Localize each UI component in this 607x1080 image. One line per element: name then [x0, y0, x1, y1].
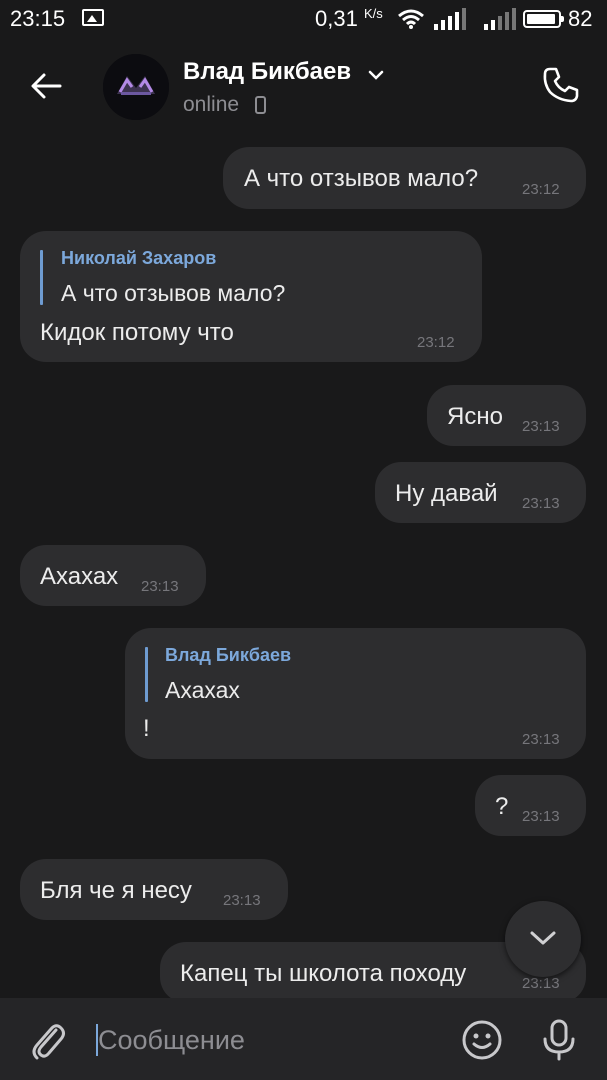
message-incoming[interactable]: Бля че я несу 23:13 [20, 859, 288, 920]
message-text: ? [495, 793, 509, 820]
message-outgoing[interactable]: А что отзывов мало? 23:12 [223, 147, 586, 209]
reply-author: Влад Бикбаев [165, 645, 292, 665]
network-speed-value: 0,31 [315, 6, 358, 31]
message-text: Ясно [447, 403, 503, 430]
message-text: Капец ты школота походу [180, 960, 467, 987]
contact-name[interactable]: Влад Бикбаев [183, 58, 351, 86]
message-text: А что отзывов мало? [244, 165, 479, 192]
message-time: 23:13 [141, 578, 179, 595]
contact-status: online [183, 93, 240, 116]
attach-icon[interactable] [28, 1018, 68, 1062]
message-time: 23:13 [522, 731, 560, 748]
reply-author: Николай Захаров [61, 248, 217, 268]
reply-text: Ахахах [165, 677, 240, 703]
scroll-down-button[interactable] [505, 901, 581, 977]
avatar[interactable] [103, 54, 169, 120]
message-outgoing[interactable]: ? 23:13 [475, 775, 586, 836]
battery-icon [523, 10, 564, 28]
message-time: 23:13 [223, 892, 261, 909]
reply-text: А что отзывов мало? [61, 280, 286, 306]
chevron-down-icon[interactable] [368, 70, 384, 80]
message-incoming[interactable]: Ахахах 23:13 [20, 545, 206, 606]
message-time: 23:13 [522, 495, 560, 512]
reply-quote-bar [145, 647, 148, 702]
message-composer [0, 998, 607, 1080]
microphone-icon[interactable] [541, 1018, 577, 1062]
message-incoming[interactable]: Николай Захаров А что отзывов мало? Кидо… [20, 231, 482, 362]
mobile-phone-icon [255, 96, 266, 114]
message-time: 23:13 [522, 975, 560, 992]
message-text: Кидок потому что [40, 319, 234, 346]
network-speed: 0,31 K/s [315, 6, 383, 32]
scroll-down-icon [530, 931, 556, 945]
message-text: Ахахах [40, 563, 119, 590]
message-outgoing[interactable]: Влад Бикбаев Ахахах ! 23:13 [125, 628, 586, 759]
signal-icon-sim2 [484, 8, 516, 30]
message-text: Ну давай [395, 480, 498, 507]
message-outgoing[interactable]: Ясно 23:13 [427, 385, 586, 446]
battery-percent: 82 [568, 6, 593, 31]
message-time: 23:13 [522, 418, 560, 435]
reply-quote-bar [40, 250, 43, 305]
wifi-icon [398, 9, 424, 29]
image-notification-icon [82, 9, 104, 26]
status-bar: 23:15 0,31 K/s 82 [0, 0, 607, 38]
signal-icon-sim1 [434, 8, 466, 30]
chat-header: Влад Бикбаев online [0, 38, 607, 133]
status-time: 23:15 [10, 6, 66, 31]
network-speed-unit: K/s [363, 6, 383, 21]
message-input[interactable] [98, 1022, 438, 1058]
message-outgoing[interactable]: Ну давай 23:13 [375, 462, 586, 523]
call-icon[interactable] [540, 64, 582, 106]
emoji-icon[interactable] [460, 1018, 504, 1062]
message-text: ! [143, 715, 150, 742]
message-text: Бля че я несу [40, 877, 192, 904]
message-time: 23:12 [417, 334, 455, 351]
message-time: 23:12 [522, 181, 560, 198]
message-time: 23:13 [522, 808, 560, 825]
avatar-logo-icon [103, 54, 169, 120]
back-arrow-icon[interactable] [26, 66, 66, 106]
